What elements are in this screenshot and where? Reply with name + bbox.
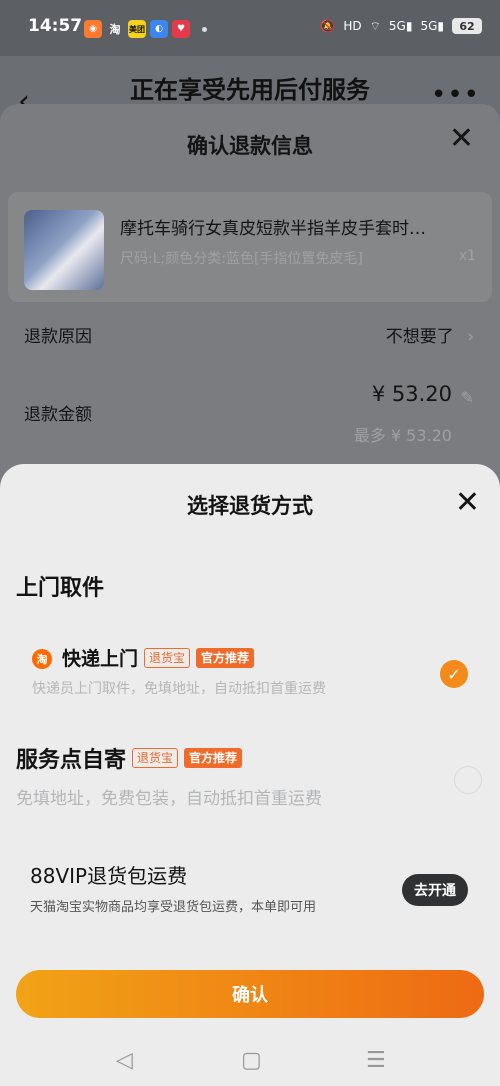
tao-notification-icon: 淘	[109, 23, 121, 36]
tag-official-recommend: 官方推荐	[184, 748, 243, 768]
status-bar: 14:57 ◉ 淘 美团 ◐ ♥ 🔕 HD ⌔ 5G▮ 5G▮ 62	[0, 0, 500, 56]
product-thumbnail	[24, 210, 104, 290]
refund-amount-label: 退款金额	[24, 405, 92, 425]
status-indicators: 🔕 HD ⌔ 5G▮ 5G▮ 62	[320, 18, 482, 34]
product-qty: x1	[458, 248, 476, 264]
product-spec: 尺码:L;颜色分类:蓝色[手指位置免皮毛]	[120, 251, 363, 267]
option-title: 服务点自寄	[16, 748, 127, 773]
edit-icon[interactable]: ✎	[461, 388, 474, 407]
refund-reason-text: 不想要了	[385, 327, 454, 347]
refund-reason-label: 退款原因	[24, 327, 92, 347]
nav-back-icon[interactable]: ◁	[116, 1048, 133, 1073]
tag-official-recommend: 官方推荐	[196, 647, 255, 668]
signal-5g-label: 5G	[388, 19, 406, 33]
option-courier-pickup[interactable]: 淘 快递上门 退货宝 官方推荐 快递员上门取件，免填地址，自动抵扣首重运费 ✓	[0, 636, 500, 706]
radio-selected-check-icon[interactable]: ✓	[440, 660, 468, 688]
page-title: 正在享受先用后付服务	[130, 76, 370, 104]
taobao-icon: 淘	[32, 649, 52, 669]
option-title: 快递上门	[62, 648, 139, 670]
refund-sheet-title: 确认退款信息	[187, 134, 313, 158]
battery-icon: 62	[452, 18, 482, 34]
wifi-icon: ⌔	[369, 18, 381, 33]
option-header: 服务点自寄 退货宝 官方推荐	[16, 742, 243, 774]
notification-dot-icon	[202, 27, 207, 32]
refund-reason-value[interactable]: 不想要了 ›	[386, 322, 474, 347]
tag-return-insurance: 退货宝	[144, 647, 191, 668]
meituan-app-icon: 美团	[128, 20, 146, 38]
close-icon[interactable]: ✕	[449, 124, 474, 154]
return-sheet-title: 选择退货方式	[187, 494, 313, 518]
refund-amount-value: ¥ 53.20	[371, 382, 452, 406]
signal-5g-2-icon: 5G▮	[420, 19, 444, 33]
close-icon[interactable]: ✕	[455, 488, 480, 518]
radio-unselected[interactable]	[454, 766, 482, 794]
taobao-app-icon: ◉	[84, 20, 102, 38]
shop-app-icon: ♥	[172, 20, 190, 38]
signal-5g-icon: 5G▮	[388, 19, 413, 33]
option-header: 快递上门 退货宝 官方推荐	[62, 644, 255, 671]
nav-home-icon[interactable]: ▢	[241, 1048, 262, 1073]
system-nav-bar: ◁ ▢ ☰	[0, 1048, 500, 1086]
mute-icon: 🔕	[320, 19, 336, 33]
option-self-dropoff[interactable]: 服务点自寄 退货宝 官方推荐 免填地址，免费包装，自动抵扣首重运费	[0, 736, 500, 816]
confirm-button[interactable]: 确认	[16, 970, 484, 1018]
signal-5g-2-label: 5G	[420, 19, 438, 33]
browser-app-icon: ◐	[150, 20, 168, 38]
option-desc: 免填地址，免费包装，自动抵扣首重运费	[16, 789, 322, 809]
nav-menu-icon[interactable]: ☰	[366, 1048, 386, 1073]
chevron-right-icon: ›	[467, 327, 474, 347]
section-title: 上门取件	[16, 576, 105, 601]
status-time: 14:57	[28, 16, 83, 36]
product-card: 摩托车骑行女真皮短款半指羊皮手套时… 尺码:L;颜色分类:蓝色[手指位置免皮毛]…	[8, 192, 492, 302]
return-method-sheet: 选择退货方式 ✕ 上门取件 淘 快递上门 退货宝 官方推荐 快递员上门取件，免填…	[0, 464, 500, 1086]
refund-amount-max: 最多 ¥ 53.20	[353, 426, 452, 445]
product-name: 摩托车骑行女真皮短款半指羊皮手套时…	[120, 219, 426, 239]
option-desc: 快递员上门取件，免填地址，自动抵扣首重运费	[32, 681, 326, 697]
vip-title: 88VIP退货包运费	[30, 864, 188, 888]
vip-desc: 天猫淘宝实物商品均享受退货包运费，本单即可用	[30, 900, 317, 915]
tag-return-insurance: 退货宝	[132, 748, 179, 768]
vip-activate-button[interactable]: 去开通	[402, 874, 468, 906]
hd-icon: HD	[343, 19, 362, 33]
